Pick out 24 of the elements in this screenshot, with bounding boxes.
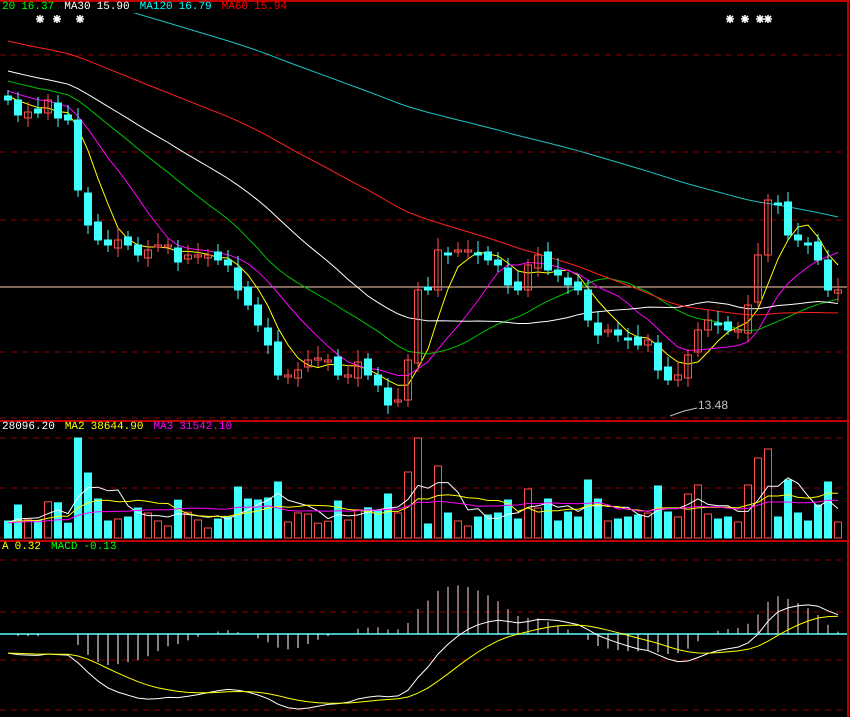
legend-label: MA30	[64, 2, 91, 13]
legend-label: MA3	[153, 422, 174, 433]
legend-value: 16.79	[178, 2, 212, 13]
leader-line	[670, 405, 698, 417]
legend-value: -0.13	[83, 542, 116, 553]
low-price-label: 13.48	[698, 399, 728, 412]
legend-label: A	[2, 542, 9, 553]
legend-label: 20	[2, 2, 16, 13]
legend-value: 0.32	[14, 542, 42, 553]
legend-label: MA120	[140, 2, 173, 13]
event-marker-icon	[76, 15, 84, 23]
event-marker-icon	[53, 15, 61, 23]
legend-value: 15.94	[254, 2, 288, 13]
legend-label: MACD	[51, 542, 78, 553]
event-marker-icon	[741, 15, 749, 23]
legend-value: 31542.10	[179, 422, 232, 433]
event-marker-icon	[726, 15, 734, 23]
event-marker-icon	[36, 15, 44, 23]
legend-value: 16.37	[21, 2, 54, 13]
legend-value: 28096.20	[2, 422, 55, 433]
legend-label: MA60	[222, 2, 248, 13]
legend-value: 15.90	[96, 2, 130, 13]
legend-value: 38644.90	[90, 422, 144, 433]
legend-label: MA2	[64, 422, 85, 433]
